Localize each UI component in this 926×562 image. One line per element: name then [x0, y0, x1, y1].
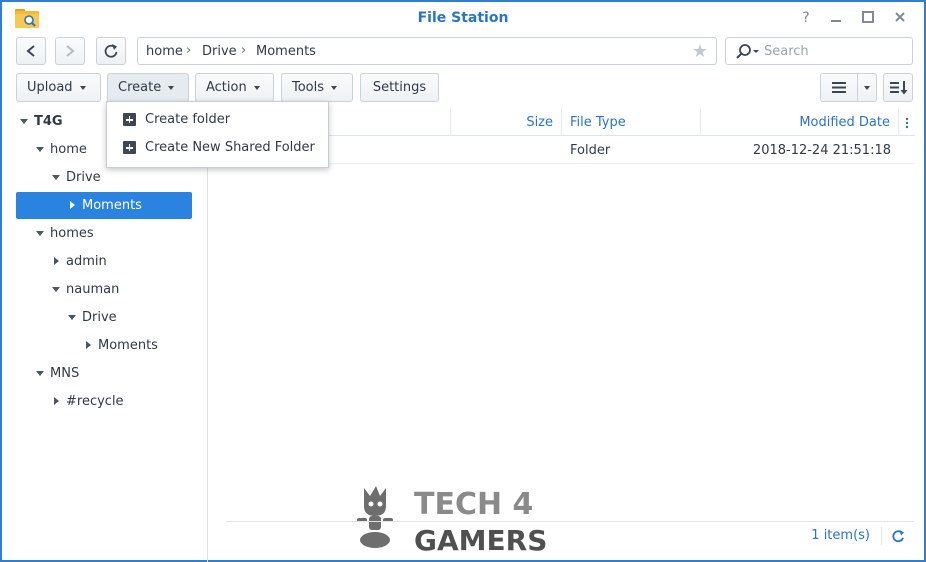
- collapsed-arrow-icon[interactable]: [86, 341, 91, 349]
- collapsed-arrow-icon[interactable]: [70, 201, 75, 209]
- tree-item-label: Moments: [82, 198, 142, 213]
- list-view-icon: [832, 82, 846, 93]
- search-icon: [736, 44, 751, 59]
- cell-modified-date: 2018-12-24 21:51:18: [752, 143, 891, 158]
- tree-item-label: T4G: [34, 114, 63, 129]
- plus-square-icon: [123, 113, 136, 126]
- tree-item-label: MNS: [50, 366, 80, 381]
- item-count: 1 item(s): [811, 528, 870, 543]
- settings-label: Settings: [372, 80, 427, 95]
- column-header-size[interactable]: Size: [451, 109, 562, 136]
- create-label: Create: [118, 80, 162, 95]
- caret-down-icon: [168, 85, 175, 90]
- help-button[interactable]: ?: [798, 10, 814, 26]
- collapsed-arrow-icon[interactable]: [54, 257, 59, 265]
- tree-item-label: admin: [66, 254, 107, 269]
- window-title: File Station: [417, 10, 509, 26]
- tools-button[interactable]: Tools: [281, 73, 353, 102]
- tools-label: Tools: [292, 80, 325, 95]
- chevron-left-icon: [26, 45, 35, 57]
- expand-arrow-icon[interactable]: [52, 175, 60, 180]
- create-button[interactable]: Create: [107, 73, 189, 102]
- tree-item-homes[interactable]: homes: [16, 220, 192, 247]
- column-header-modified-date[interactable]: Modified Date: [701, 109, 899, 136]
- menu-item-create-folder[interactable]: Create folder: [107, 106, 328, 134]
- close-button[interactable]: [892, 10, 908, 26]
- folder-tree: T4G home Drive Moments homes admin nauma…: [2, 108, 208, 562]
- expand-arrow-icon[interactable]: [20, 119, 28, 124]
- collapsed-arrow-icon[interactable]: [54, 397, 59, 405]
- forward-button[interactable]: [55, 37, 85, 65]
- caret-down-icon: [253, 85, 260, 90]
- star-icon[interactable]: ★: [692, 41, 708, 62]
- tree-item-recycle[interactable]: #recycle: [16, 388, 192, 415]
- maximize-icon: [862, 11, 874, 23]
- settings-button[interactable]: Settings: [360, 73, 439, 102]
- menu-item-create-shared-folder[interactable]: Create New Shared Folder: [107, 134, 328, 162]
- column-options-icon[interactable]: [899, 109, 915, 136]
- chevron-right-icon: [66, 45, 75, 57]
- expand-arrow-icon[interactable]: [68, 315, 76, 320]
- expand-arrow-icon[interactable]: [36, 231, 44, 236]
- sort-button[interactable]: [883, 73, 913, 102]
- search-placeholder: Search: [764, 44, 809, 59]
- caret-down-icon: [79, 85, 86, 90]
- expand-arrow-icon[interactable]: [52, 287, 60, 292]
- cell-size: [451, 137, 562, 164]
- minimize-button[interactable]: [828, 10, 844, 26]
- breadcrumb-drive[interactable]: Drive: [202, 44, 237, 59]
- list-view-button[interactable]: [820, 73, 858, 102]
- breadcrumb-home[interactable]: home: [146, 44, 183, 59]
- refresh-button[interactable]: [96, 37, 126, 65]
- tree-item-label: Moments: [98, 338, 158, 353]
- path-bar[interactable]: home › Drive › Moments ★: [137, 37, 717, 65]
- close-icon: [895, 12, 905, 22]
- action-label: Action: [206, 80, 247, 95]
- tree-item-drive[interactable]: Drive: [16, 164, 192, 191]
- tree-item-label: #recycle: [66, 394, 124, 409]
- tree-item-nauman[interactable]: nauman: [16, 276, 192, 303]
- upload-button[interactable]: Upload: [16, 73, 101, 102]
- status-bar: 1 item(s): [226, 521, 914, 550]
- cell-file-type: Folder: [570, 143, 611, 158]
- chevron-right-icon: ›: [241, 43, 247, 58]
- tree-item-label: nauman: [66, 282, 120, 297]
- watermark-line1: TECH 4: [414, 487, 533, 522]
- minimize-icon: [831, 20, 841, 22]
- divider: [881, 527, 882, 545]
- expand-arrow-icon[interactable]: [36, 371, 44, 376]
- tree-item-label: homes: [50, 226, 94, 241]
- tree-item-label: Drive: [82, 310, 117, 325]
- tree-item-admin[interactable]: admin: [16, 248, 192, 275]
- expand-arrow-icon[interactable]: [36, 147, 44, 152]
- tree-item-label: Drive: [66, 170, 101, 185]
- action-button[interactable]: Action: [195, 73, 274, 102]
- upload-label: Upload: [27, 80, 73, 95]
- chevron-right-icon: ›: [186, 43, 192, 58]
- tree-item-label: home: [50, 142, 87, 157]
- title-bar: File Station ?: [2, 2, 924, 34]
- caret-down-icon: [864, 86, 870, 90]
- caret-down-icon: [753, 50, 759, 53]
- column-header-file-type[interactable]: File Type: [562, 109, 701, 136]
- tree-item-moments-selected[interactable]: Moments: [16, 192, 192, 219]
- tree-item-moments-nauman[interactable]: Moments: [16, 332, 192, 359]
- refresh-icon[interactable]: [890, 528, 906, 544]
- back-button[interactable]: [16, 37, 46, 65]
- search-input[interactable]: Search: [725, 37, 913, 65]
- view-mode-dropdown[interactable]: [857, 73, 877, 102]
- breadcrumb-moments[interactable]: Moments: [256, 44, 316, 59]
- menu-item-label: Create New Shared Folder: [145, 140, 315, 155]
- caret-down-icon: [331, 85, 338, 90]
- file-station-window: File Station ? home › Drive › Moments ★: [0, 0, 926, 562]
- maximize-button[interactable]: [860, 10, 876, 26]
- tree-item-mns[interactable]: MNS: [16, 360, 192, 387]
- menu-item-label: Create folder: [145, 112, 231, 127]
- tree-item-drive-nauman[interactable]: Drive: [16, 304, 192, 331]
- plus-square-icon: [123, 141, 136, 154]
- create-menu: Create folder Create New Shared Folder: [106, 101, 329, 168]
- refresh-icon: [104, 44, 118, 58]
- sort-icon: [890, 81, 908, 95]
